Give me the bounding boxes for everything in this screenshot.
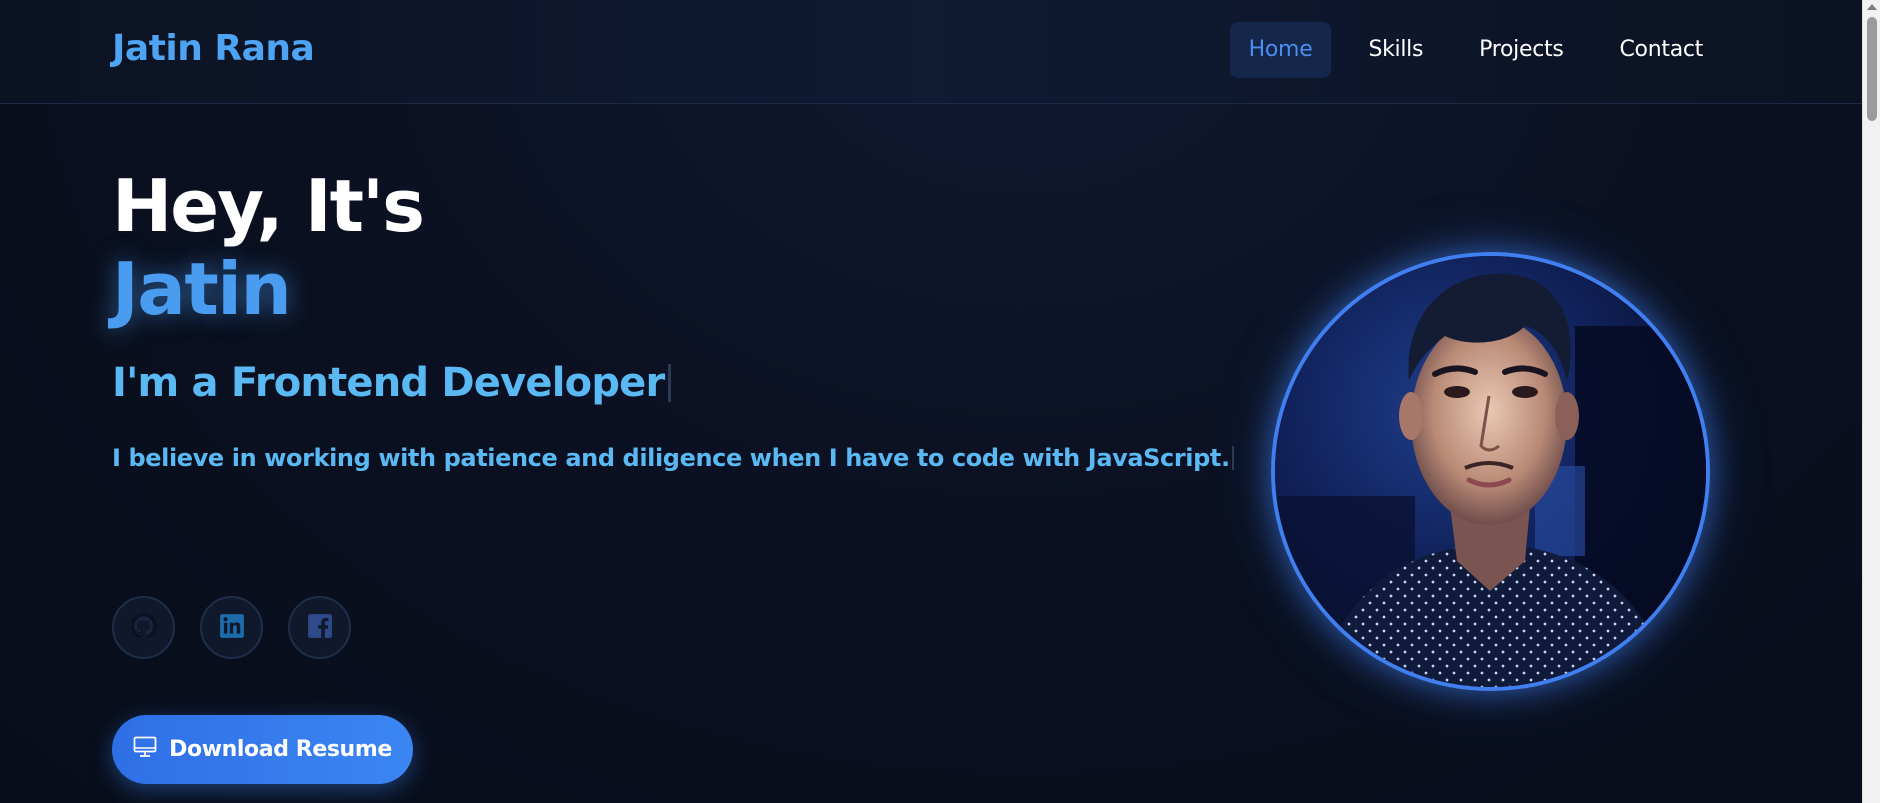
hero-tagline-text: I believe in working with patience and d… [112, 444, 1230, 472]
site-logo[interactable]: Jatin Rana [112, 28, 315, 69]
hero-role: I'm a Frontend Developer [112, 360, 672, 406]
facebook-link[interactable] [288, 596, 351, 659]
download-resume-label: Download Resume [169, 737, 392, 762]
nav-item-projects[interactable]: Projects [1460, 22, 1582, 78]
typing-caret [668, 364, 672, 402]
page: Jatin Rana Home Skills Projects Contact … [0, 0, 1862, 803]
linkedin-icon [219, 613, 245, 643]
vertical-scrollbar[interactable] [1862, 0, 1880, 803]
monitor-icon [133, 736, 157, 764]
hero-role-text: I'm a Frontend Developer [112, 360, 665, 406]
hero-name: Jatin [112, 247, 292, 331]
nav-item-contact[interactable]: Contact [1601, 22, 1723, 78]
github-icon [130, 612, 157, 643]
nav-item-skills[interactable]: Skills [1349, 22, 1442, 78]
site-header: Jatin Rana Home Skills Projects Contact [0, 0, 1862, 104]
facebook-icon [307, 613, 333, 643]
hero-greeting: Hey, It's [112, 164, 425, 248]
github-link[interactable] [112, 596, 175, 659]
scroll-up-arrow-icon[interactable] [1867, 4, 1877, 10]
profile-avatar [1271, 252, 1710, 691]
hero-tagline: I believe in working with patience and d… [112, 444, 1234, 472]
linkedin-link[interactable] [200, 596, 263, 659]
social-links [112, 596, 351, 659]
main-nav: Home Skills Projects Contact [1229, 22, 1723, 78]
profile-photo [1275, 256, 1706, 687]
typing-caret [1231, 446, 1234, 470]
download-resume-button[interactable]: Download Resume [112, 715, 413, 784]
nav-item-home[interactable]: Home [1229, 22, 1332, 78]
scrollbar-thumb[interactable] [1867, 17, 1877, 121]
